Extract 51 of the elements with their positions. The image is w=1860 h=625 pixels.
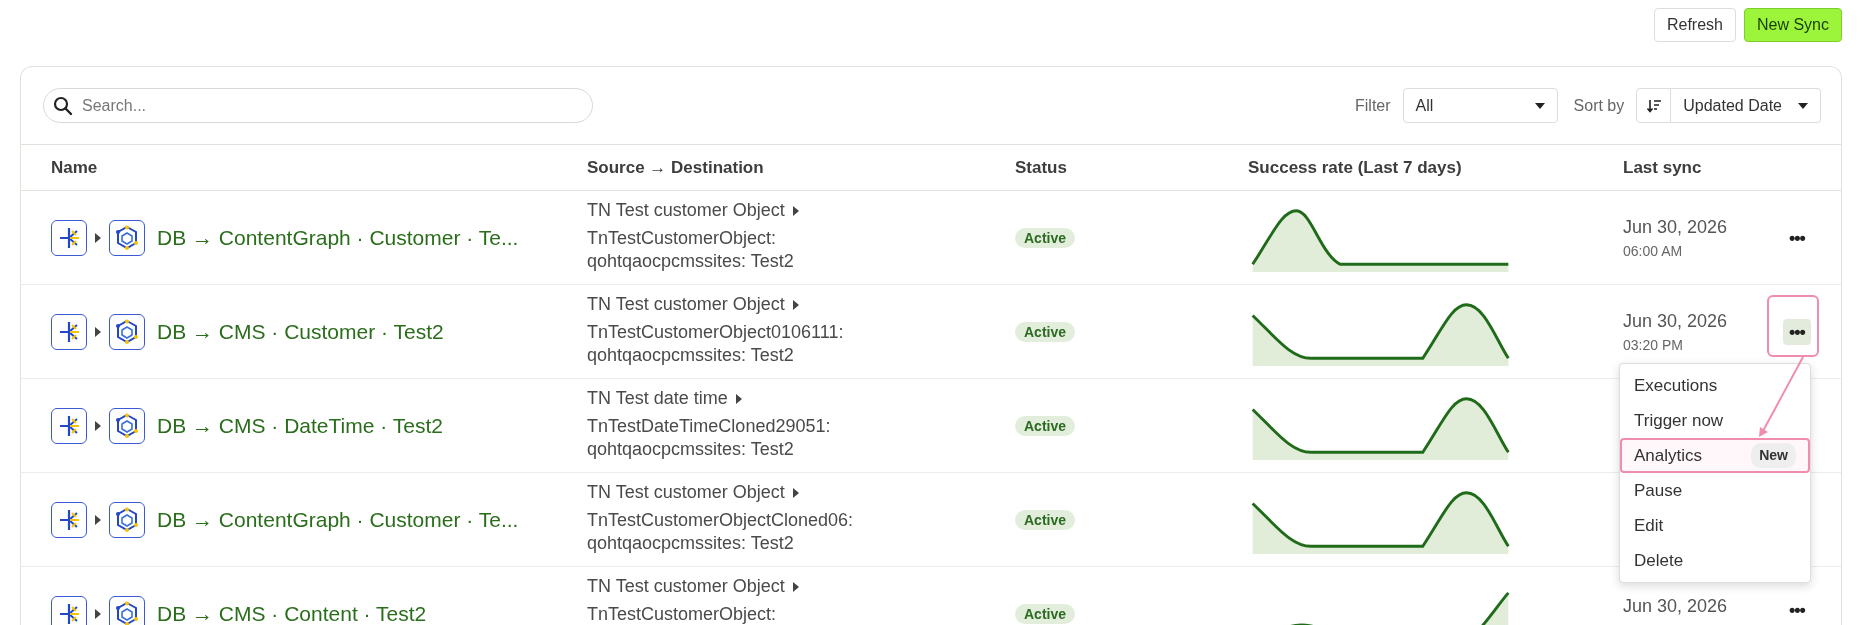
sync-date: Jun 30, 2026 <box>1623 309 1729 333</box>
source-name: TN Test customer Object <box>587 481 785 504</box>
destination-name: TnTestCustomerObject: <box>587 603 778 625</box>
column-header: Status <box>1015 157 1067 177</box>
source-name: TN Test customer Object <box>587 575 785 598</box>
sync-time: 06:00 AM <box>1623 241 1684 261</box>
filter-label: Filter <box>1355 95 1391 116</box>
destination-name: qohtqaocpcmssites: Test2 <box>587 250 795 273</box>
menu-item[interactable]: Analytics New <box>1620 438 1810 473</box>
sync-name-link[interactable]: DB → CMS · Content · Test2 <box>157 597 427 625</box>
column-header: Source → Destination <box>587 157 764 177</box>
search-field[interactable]: Search... <box>43 88 593 123</box>
sort-label: Sort by <box>1573 95 1625 116</box>
menu-item[interactable]: Trigger now <box>1620 403 1810 438</box>
menu-item[interactable]: Delete <box>1620 543 1810 578</box>
sync-name-link[interactable]: DB → ContentGraph · Customer · Te... <box>157 221 519 254</box>
source-name: TN Test customer Object <box>587 199 785 222</box>
source-name: TN Test customer Object <box>587 293 785 316</box>
refresh-button[interactable]: Refresh <box>1653 8 1736 42</box>
status-badge: Active <box>1015 415 1076 436</box>
sync-date: Jun 30, 2026 <box>1623 595 1729 618</box>
sync-name-link[interactable]: DB → CMS · Customer · Test2 <box>157 315 444 348</box>
destination-name: qohtqaocpcmssites: Test2 <box>587 532 795 555</box>
destination-name: TnTestCustomerObject0106111: <box>587 321 845 344</box>
more-options-button[interactable]: ••• <box>1783 224 1811 251</box>
destination-name: TnTestDateTimeCloned29051: <box>587 415 832 438</box>
more-options-button[interactable]: ••• <box>1783 597 1811 623</box>
destination-name: TnTestCustomerObjectCloned06: <box>587 509 855 532</box>
new-sync-button[interactable]: New Sync <box>1743 8 1842 42</box>
destination-name: qohtqaocpcmssites: Test2 <box>587 344 795 367</box>
filter-dropdown[interactable]: All <box>1402 88 1558 123</box>
sync-time: 03:20 PM <box>1623 335 1684 355</box>
column-header: Success rate (Last 7 days) <box>1248 157 1462 177</box>
source-name: TN Test date time <box>587 387 728 410</box>
destination-name: TnTestCustomerObject: <box>587 227 778 250</box>
new-badge: New <box>1751 443 1796 468</box>
more-options-button[interactable]: ••• <box>1783 318 1811 345</box>
status-badge: Active <box>1015 509 1076 530</box>
sync-name-link[interactable]: DB → CMS · DateTime · Test2 <box>157 409 443 442</box>
sort-dropdown[interactable]: Updated Date <box>1671 88 1821 123</box>
sync-name-link[interactable]: DB → ContentGraph · Customer · Te... <box>157 503 519 536</box>
sync-date: Jun 30, 2026 <box>1623 215 1729 239</box>
column-header: Name <box>51 157 98 177</box>
menu-item[interactable]: Edit <box>1620 508 1810 543</box>
menu-item[interactable]: Executions <box>1620 368 1810 403</box>
menu-item[interactable]: Pause <box>1620 473 1810 508</box>
status-badge: Active <box>1015 321 1076 342</box>
status-badge: Active <box>1015 603 1076 624</box>
column-header: Last sync <box>1623 157 1702 177</box>
destination-name: qohtqaocpcmssites: Test2 <box>587 438 795 461</box>
status-badge: Active <box>1015 227 1076 248</box>
